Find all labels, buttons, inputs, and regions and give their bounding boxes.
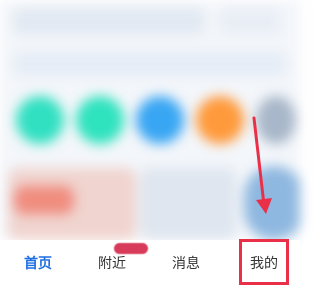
- tab-nearby[interactable]: 附近: [92, 252, 132, 276]
- blurred-category-icon: [136, 96, 184, 144]
- blurred-banner-card: [244, 166, 300, 240]
- blurred-home-content: [0, 0, 300, 240]
- highlight-box: [239, 239, 289, 285]
- blurred-category-icon: [16, 96, 64, 144]
- blurred-category-icon: [76, 96, 124, 144]
- blurred-search-bar: [14, 52, 286, 76]
- blurred-header-bar: [14, 8, 204, 34]
- blurred-category-icon: [256, 96, 296, 144]
- tab-home[interactable]: 首页: [18, 252, 58, 276]
- blurred-banner-card: [140, 168, 236, 240]
- blurred-header-action: [220, 8, 280, 34]
- blurred-category-icon: [196, 96, 244, 144]
- tab-messages[interactable]: 消息: [166, 252, 206, 276]
- nearby-badge: [114, 243, 148, 254]
- blurred-banner-card-accent: [14, 186, 74, 214]
